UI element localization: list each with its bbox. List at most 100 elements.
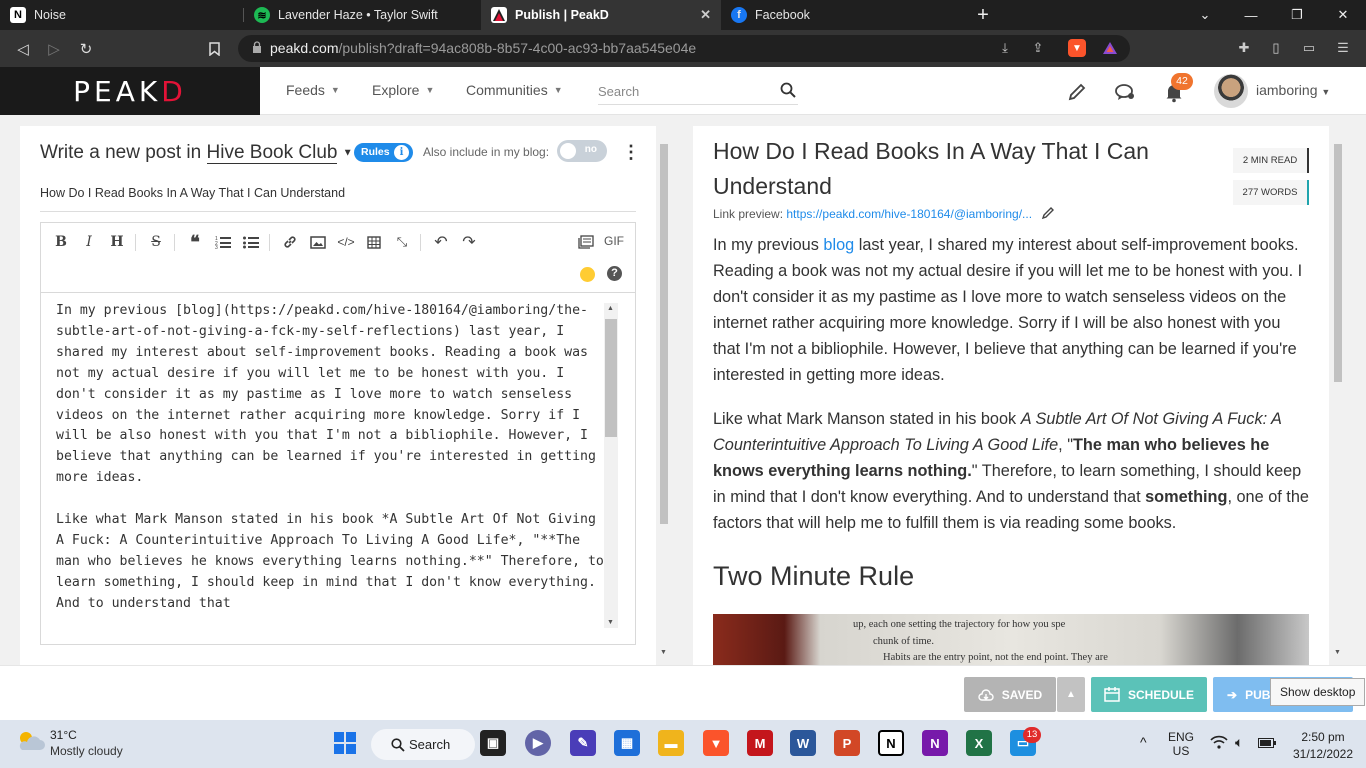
preview-title: How Do I Read Books In A Way That I Can … xyxy=(713,138,1149,199)
cloudy-weather-icon[interactable] xyxy=(15,728,45,754)
extensions-icon[interactable]: ✚ xyxy=(1235,39,1253,57)
table-icon[interactable] xyxy=(364,232,384,252)
windows-start-icon[interactable] xyxy=(332,730,358,756)
minimize-button[interactable]: — xyxy=(1228,0,1274,30)
brave-rewards-icon[interactable] xyxy=(1101,39,1119,57)
link-preview-url[interactable]: https://peakd.com/hive-180164/@iamboring… xyxy=(786,207,1032,221)
heading-icon[interactable]: H xyxy=(107,232,127,252)
more-options-icon[interactable]: ⋮ xyxy=(622,142,640,163)
reload-icon[interactable]: ↻ xyxy=(75,38,97,60)
download-icon[interactable]: ⤓ xyxy=(996,39,1014,57)
editor-scrollbar[interactable]: ▲ ▼ xyxy=(604,303,618,628)
tab-peakd[interactable]: Publish | PeakD ✕ xyxy=(481,0,721,30)
notion-icon: N xyxy=(10,7,26,23)
snippets-icon[interactable] xyxy=(576,232,596,252)
maximize-button[interactable]: ❐ xyxy=(1274,0,1320,30)
markdown-editor: B I H S ❝ 123 </> ⤡ ↶ ↷ GIF ? In my prev… xyxy=(40,222,636,645)
powerpoint-icon[interactable]: P xyxy=(834,730,860,756)
gif-button[interactable]: GIF xyxy=(604,234,624,248)
help-icon[interactable]: ? xyxy=(607,266,622,281)
language-indicator[interactable]: ENG US xyxy=(1166,730,1196,758)
store-icon[interactable]: ▦ xyxy=(614,730,640,756)
user-menu[interactable]: iamboring ▼ xyxy=(1256,82,1330,98)
preview-page-scrollbar[interactable]: ▼ xyxy=(1332,130,1344,660)
tab-noise[interactable]: N Noise xyxy=(0,0,243,30)
scrollbar-thumb[interactable] xyxy=(660,144,668,524)
clock[interactable]: 2:50 pm 31/12/2022 xyxy=(1288,730,1358,761)
blog-toggle[interactable]: no xyxy=(557,140,607,162)
tab-search-icon[interactable]: ⌄ xyxy=(1182,0,1228,30)
post-title-input[interactable]: How Do I Read Books In A Way That I Can … xyxy=(40,186,636,212)
close-window-button[interactable]: ✕ xyxy=(1320,0,1366,30)
schedule-button[interactable]: SCHEDULE xyxy=(1091,677,1207,712)
saved-button[interactable]: SAVED xyxy=(964,677,1056,712)
forward-icon[interactable]: ▷ xyxy=(43,38,65,60)
mcafee-icon[interactable]: M xyxy=(747,730,773,756)
chat-icon[interactable] xyxy=(1114,81,1136,103)
file-explorer-icon[interactable]: ▬ xyxy=(658,730,684,756)
avatar[interactable] xyxy=(1214,74,1248,108)
rules-button[interactable]: Rules i xyxy=(354,143,413,162)
nav-feeds[interactable]: Feeds ▼ xyxy=(286,82,340,98)
pencil-icon[interactable] xyxy=(1066,81,1088,103)
pen-app-icon[interactable]: ✎ xyxy=(570,730,596,756)
bookmark-icon[interactable] xyxy=(203,38,225,60)
brave-browser-icon[interactable]: ▼ xyxy=(703,730,729,756)
photo-text: chunk of time. xyxy=(873,636,934,647)
scroll-down-icon[interactable]: ▼ xyxy=(660,649,667,656)
taskbar-search[interactable]: Search xyxy=(371,729,475,760)
community-selector[interactable]: Hive Book Club xyxy=(206,142,338,164)
notion-app-icon[interactable]: N xyxy=(878,730,904,756)
bold-icon[interactable]: B xyxy=(51,232,71,252)
close-tab-icon[interactable]: ✕ xyxy=(700,7,711,23)
peakd-logo[interactable]: PEAKD xyxy=(0,67,260,115)
share-icon[interactable]: ⇪ xyxy=(1029,39,1047,57)
sidebar-icon[interactable]: ▯ xyxy=(1267,39,1285,57)
unordered-list-icon[interactable] xyxy=(241,232,261,252)
battery-icon[interactable] xyxy=(1258,737,1276,751)
menu-icon[interactable]: ☰ xyxy=(1334,39,1352,57)
scroll-up-icon[interactable]: ▲ xyxy=(607,305,614,312)
image-icon[interactable] xyxy=(308,232,328,252)
new-tab-button[interactable]: + xyxy=(960,0,1006,30)
chevron-down-icon: ▼ xyxy=(425,85,435,95)
saved-dropdown-icon[interactable]: ▲ xyxy=(1057,677,1085,712)
emoji-icon[interactable] xyxy=(580,267,595,282)
search-input[interactable]: Search xyxy=(598,79,798,105)
excel-icon[interactable]: X xyxy=(966,730,992,756)
fullscreen-icon[interactable]: ⤡ xyxy=(392,232,412,252)
tab-facebook[interactable]: f Facebook xyxy=(721,0,961,30)
wallet-icon[interactable]: ▭ xyxy=(1300,39,1318,57)
blog-link[interactable]: blog xyxy=(823,236,854,254)
code-icon[interactable]: </> xyxy=(336,232,356,252)
task-view-icon[interactable]: ▣ xyxy=(480,730,506,756)
editor-page-scrollbar[interactable]: ▼ xyxy=(658,130,670,660)
meet-icon[interactable]: ▶ xyxy=(525,730,551,756)
markdown-textarea[interactable]: In my previous [blog](https://peakd.com/… xyxy=(56,301,604,631)
word-icon[interactable]: W xyxy=(790,730,816,756)
brave-shields-icon[interactable]: ▼ xyxy=(1068,39,1086,57)
nav-explore[interactable]: Explore ▼ xyxy=(372,82,434,98)
browser-tab-bar: N Noise ≋ Lavender Haze • Taylor Swift P… xyxy=(0,0,1366,30)
italic-icon[interactable]: I xyxy=(79,232,99,252)
volume-icon[interactable]: 🔈︎ xyxy=(1235,734,1243,751)
wifi-icon[interactable] xyxy=(1210,735,1228,752)
scrollbar-thumb[interactable] xyxy=(1334,144,1342,382)
scroll-down-icon[interactable]: ▼ xyxy=(607,619,614,626)
strikethrough-icon[interactable]: S xyxy=(146,232,166,252)
search-icon[interactable] xyxy=(780,82,796,98)
scrollbar-thumb[interactable] xyxy=(605,319,617,437)
chevron-down-icon[interactable]: ▼ xyxy=(343,147,353,158)
tab-spotify[interactable]: ≋ Lavender Haze • Taylor Swift xyxy=(244,0,481,30)
edit-link-icon[interactable] xyxy=(1041,206,1055,220)
scroll-down-icon[interactable]: ▼ xyxy=(1334,649,1341,656)
link-icon[interactable] xyxy=(280,232,300,252)
ordered-list-icon[interactable]: 123 xyxy=(213,232,233,252)
onenote-icon[interactable]: N xyxy=(922,730,948,756)
back-icon[interactable]: ◁ xyxy=(12,38,34,60)
redo-icon[interactable]: ↷ xyxy=(459,232,479,252)
chevron-up-icon[interactable]: ^ xyxy=(1140,734,1147,750)
quote-icon[interactable]: ❝ xyxy=(185,232,205,252)
undo-icon[interactable]: ↶ xyxy=(431,232,451,252)
nav-communities[interactable]: Communities ▼ xyxy=(466,82,563,98)
